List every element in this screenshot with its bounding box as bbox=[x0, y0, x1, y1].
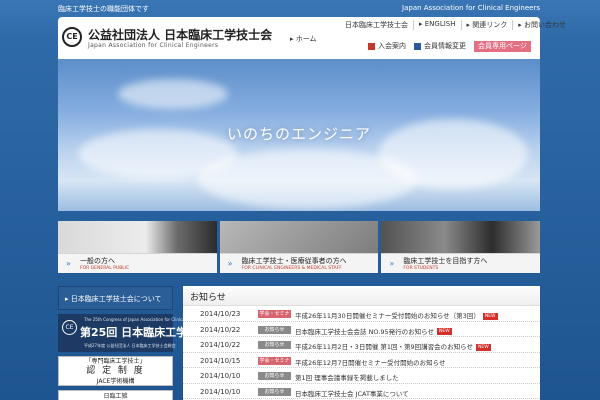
card-clinical-engineers[interactable]: » 臨床工学技士・医療従事者の方へ FOR CLINICAL ENGINEERS… bbox=[219, 221, 379, 273]
news-heading: お知らせ bbox=[183, 286, 540, 306]
cert-line2: 認 定 制 度 bbox=[86, 366, 145, 376]
certification-banner[interactable]: 「専門臨床工学技士」 認 定 制 度 JACE学術機構 bbox=[58, 356, 173, 386]
card-subtitle: FOR STUDENTS bbox=[403, 266, 439, 271]
card-subtitle: FOR CLINICAL ENGINEERS & MEDICAL STAFF bbox=[241, 266, 342, 271]
cert-line3: JACE学術機構 bbox=[96, 378, 135, 385]
news-title-text: 日本臨床工学技士会 JCAT事業について bbox=[295, 389, 409, 398]
square-bullet-icon bbox=[368, 42, 375, 50]
util-link-english[interactable]: ▸ ENGLISH bbox=[413, 20, 461, 30]
card-photo bbox=[58, 221, 217, 253]
card-title: 臨床工学技士・医療従事者の方へ bbox=[241, 257, 347, 265]
util-link-related[interactable]: ▸ 関連リンク bbox=[460, 20, 513, 30]
card-subtitle: FOR GENERAL PUBLIC bbox=[80, 266, 130, 271]
news-list: 2014/10/23 学会・セミナー 平成26年11月30日開催セミナー受付開始のお… bbox=[183, 306, 540, 400]
news-title-text: 日本臨床工学技士会会誌 NO.95発行のお知らせ bbox=[295, 327, 434, 336]
card-students[interactable]: » 臨床工学技士を目指す方へ FOR STUDENTS bbox=[381, 221, 541, 273]
cert-line1: 「専門臨床工学技士」 bbox=[85, 358, 146, 365]
utility-links: 日本臨床工学技士会 ▸ ENGLISH ▸ 関連リンク ▸ お問い合わせ bbox=[340, 20, 571, 30]
news-date: 2014/10/10 bbox=[200, 387, 241, 396]
site-tagline: 臨床工学技士の職能団体です bbox=[58, 5, 149, 13]
join-link[interactable]: 入会案内 bbox=[368, 41, 406, 52]
news-title-link[interactable]: 平成26年11月30日開催セミナー受付開始のお知らせ（第3回） NEW bbox=[295, 310, 498, 320]
card-photo bbox=[219, 221, 379, 253]
card-photo bbox=[381, 221, 541, 253]
site-subtitle: Japan Association for Clinical Engineers bbox=[88, 42, 219, 49]
hero-banner: いのちのエンジニア bbox=[58, 59, 540, 211]
card-title: 一般の方へ bbox=[80, 257, 115, 265]
news-date: 2014/10/22 bbox=[200, 341, 241, 349]
new-badge: NEW bbox=[482, 312, 498, 320]
news-category-badge: 学会・セミナー bbox=[258, 310, 291, 325]
site-header: CE 公益社団法人 日本臨床工学技士会 Japan Association fo… bbox=[58, 17, 566, 59]
news-title-link[interactable]: 平成26年12月7日開催セミナー受付開始のお知らせ bbox=[295, 357, 446, 367]
news-category-badge: お知らせ bbox=[258, 325, 291, 334]
double-chevron-icon: » bbox=[66, 259, 71, 268]
util-link-jace[interactable]: 日本臨床工学技士会 bbox=[340, 20, 413, 30]
ce-logo-icon: CE bbox=[62, 320, 77, 335]
news-title-text: 平成26年12月7日開催セミナー受付開始のお知らせ bbox=[295, 358, 446, 367]
card-title: 臨床工学技士を目指す方へ bbox=[403, 257, 488, 265]
card-general-public[interactable]: » 一般の方へ FOR GENERAL PUBLIC bbox=[58, 221, 217, 273]
news-item[interactable]: 2014/10/23 学会・セミナー 平成26年11月30日開催セミナー受付開始のお… bbox=[183, 306, 540, 325]
cloud-shape bbox=[118, 79, 228, 109]
news-date: 2014/10/15 bbox=[200, 356, 241, 365]
news-category-badge: お知らせ bbox=[258, 372, 291, 380]
audience-cards: » 一般の方へ FOR GENERAL PUBLIC » 臨床工学技士・医療従事… bbox=[58, 221, 541, 273]
news-date: 2014/10/23 bbox=[200, 310, 241, 318]
util-link-contact[interactable]: ▸ お問い合わせ bbox=[512, 20, 571, 30]
news-category-badge: お知らせ bbox=[258, 341, 291, 349]
members-only-label: 会員専用ページ bbox=[478, 42, 527, 50]
association-english-name: Japan Association for Clinical Engineers bbox=[402, 4, 540, 12]
double-chevron-icon: » bbox=[227, 259, 233, 268]
square-bullet-icon bbox=[414, 42, 421, 50]
site-title[interactable]: 公益社団法人 日本臨床工学技士会 bbox=[88, 26, 272, 43]
journal-banner[interactable]: 日臨工雑 bbox=[58, 390, 173, 400]
about-association-button[interactable]: ▸ 日本臨床工学技士会について bbox=[58, 286, 173, 310]
congress-banner[interactable]: CE The 25th Congress of Japan Associatio… bbox=[58, 314, 207, 352]
hero-caption: いのちのエンジニア bbox=[226, 125, 371, 143]
member-info-change-label: 会員情報変更 bbox=[424, 42, 466, 50]
news-title-link[interactable]: 第1回 理事会議事録を掲載しました bbox=[295, 372, 399, 382]
sidebar: ▸ 日本臨床工学技士会について CE The 25th Congress of … bbox=[58, 286, 207, 400]
news-item[interactable]: 2014/10/10 お知らせ 第1回 理事会議事録を掲載しました bbox=[183, 368, 540, 384]
news-title-link[interactable]: 日本臨床工学技士会会誌 NO.95発行のお知らせ NEW bbox=[295, 326, 452, 336]
member-info-change-link[interactable]: 会員情報変更 bbox=[414, 41, 466, 52]
news-item[interactable]: 2014/10/22 お知らせ 日本臨床工学技士会会誌 NO.95発行のお知らせ NE… bbox=[183, 322, 540, 337]
news-panel: お知らせ 2014/10/23 学会・セミナー 平成26年11月30日開催セミナー受… bbox=[183, 286, 540, 400]
news-title-text: 第1回 理事会議事録を掲載しました bbox=[295, 374, 399, 382]
new-badge: NEW bbox=[476, 343, 491, 351]
members-only-link[interactable]: 会員専用ページ bbox=[474, 41, 531, 52]
join-link-label: 入会案内 bbox=[378, 42, 406, 50]
new-badge: NEW bbox=[437, 328, 452, 335]
ce-logo-icon[interactable]: CE bbox=[62, 27, 82, 47]
news-title-link[interactable]: 日本臨床工学技士会 JCAT事業について bbox=[295, 388, 409, 398]
news-item[interactable]: 2014/10/10 お知らせ 日本臨床工学技士会 JCAT事業について bbox=[183, 384, 540, 399]
double-chevron-icon: » bbox=[389, 259, 395, 268]
news-item[interactable]: 2014/10/15 学会・セミナー 平成26年12月7日開催セミナー受付開始のお知… bbox=[183, 353, 540, 372]
congress-line2: 第25回 日本臨床工学会 bbox=[80, 326, 199, 339]
news-category-badge: お知らせ bbox=[258, 387, 291, 396]
news-title-text: 平成26年11月2日・3日開催 第1回・第9回講習会のお知らせ bbox=[295, 343, 474, 351]
news-date: 2014/10/22 bbox=[200, 325, 241, 334]
congress-line3: 平成27年度 公益社団法人 日本臨床工学技士会総会 bbox=[84, 343, 176, 348]
news-category-badge: 学会・セミナー bbox=[258, 356, 291, 372]
top-bar: 臨床工学技士の職能団体です Japan Association for Clin… bbox=[0, 0, 600, 17]
news-item[interactable]: 2014/10/22 お知らせ 平成26年11月2日・3日開催 第1回・第9回講習会… bbox=[183, 337, 540, 353]
member-links: 入会案内 会員情報変更 会員専用ページ bbox=[368, 41, 531, 52]
home-link[interactable]: ▸ ホーム bbox=[290, 34, 317, 44]
news-date: 2014/10/10 bbox=[200, 372, 241, 380]
news-title-text: 平成26年11月30日開催セミナー受付開始のお知らせ（第3回） bbox=[295, 312, 480, 320]
news-title-link[interactable]: 平成26年11月2日・3日開催 第1回・第9回講習会のお知らせ NEW bbox=[295, 341, 491, 351]
